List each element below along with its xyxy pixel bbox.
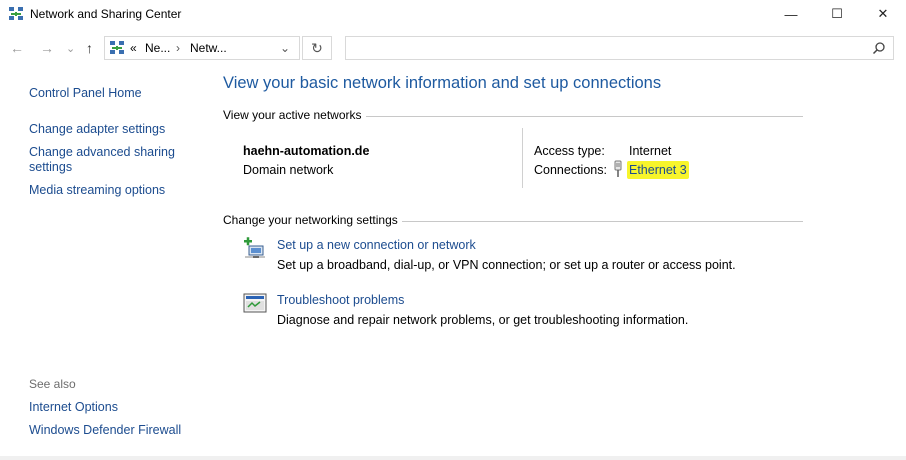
network-category: Domain network [243,163,334,177]
section-divider [366,116,803,117]
windows-defender-firewall-link[interactable]: Windows Defender Firewall [29,423,181,437]
network-center-icon [8,6,24,22]
troubleshoot-description: Diagnose and repair network problems, or… [277,313,689,327]
internet-options-link[interactable]: Internet Options [29,400,118,414]
change-advanced-sharing-link[interactable]: Change advanced sharing [29,145,175,159]
address-separator: › [176,41,180,55]
address-segment[interactable]: Netw... [190,41,227,55]
access-type-label: Access type: [534,144,605,158]
network-center-icon [109,40,125,56]
ethernet-icon [612,160,624,178]
change-advanced-sharing-link-line2[interactable]: settings [29,160,72,174]
ethernet-3-link[interactable]: Ethernet 3 [627,161,689,179]
back-button[interactable]: ← [10,40,24,56]
title-bar: Network and Sharing Center — ☐ ✕ [0,0,906,28]
window-title: Network and Sharing Center [30,7,182,21]
connections-label: Connections: [534,163,607,177]
new-connection-icon [243,237,267,261]
search-icon[interactable] [872,41,886,55]
address-overflow[interactable]: « [130,41,137,55]
see-also-label: See also [29,377,76,391]
refresh-button[interactable]: ↻ [302,36,332,60]
search-input[interactable] [345,36,894,60]
vertical-divider [522,128,523,188]
window-bottom-edge [0,456,906,460]
up-button[interactable]: ↑ [86,40,93,56]
setup-connection-link[interactable]: Set up a new connection or network [277,238,476,252]
section-divider [402,221,803,222]
close-button[interactable]: ✕ [860,0,906,28]
access-type-value: Internet [629,144,672,158]
change-settings-heading: Change your networking settings [223,213,398,227]
forward-button[interactable]: → [40,40,54,56]
troubleshoot-icon [243,292,267,316]
network-name: haehn-automation.de [243,144,370,158]
address-segment[interactable]: Ne... [145,41,170,55]
address-dropdown-icon[interactable]: ⌄ [280,41,290,55]
setup-connection-description: Set up a broadband, dial-up, or VPN conn… [277,258,736,272]
control-panel-home-link[interactable]: Control Panel Home [29,86,142,100]
minimize-button[interactable]: — [768,0,814,28]
recent-locations-dropdown[interactable]: ⌄ [66,42,75,55]
maximize-button[interactable]: ☐ [814,0,860,28]
active-networks-heading: View your active networks [223,108,362,122]
page-title: View your basic network information and … [223,74,662,92]
media-streaming-options-link[interactable]: Media streaming options [29,183,165,197]
change-adapter-settings-link[interactable]: Change adapter settings [29,122,165,136]
troubleshoot-problems-link[interactable]: Troubleshoot problems [277,293,404,307]
